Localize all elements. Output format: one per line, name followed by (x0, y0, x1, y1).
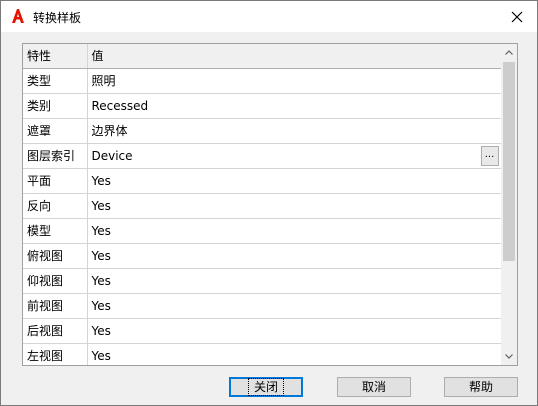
table-row[interactable]: 图层索引 Device ... (23, 143, 502, 169)
cancel-button[interactable]: 取消 (337, 377, 411, 397)
property-name: 仰视图 (23, 268, 88, 294)
property-name: 前视图 (23, 293, 88, 319)
property-value[interactable]: 边界体 (87, 118, 502, 144)
property-value[interactable]: Yes (87, 218, 502, 244)
property-value[interactable]: Yes (87, 268, 502, 294)
table-row[interactable]: 模型 Yes (23, 218, 502, 244)
title-bar[interactable]: 转换样板 (1, 1, 537, 32)
help-button[interactable]: 帮助 (444, 377, 518, 397)
table-row[interactable]: 俯视图 Yes (23, 243, 502, 269)
vertical-scrollbar[interactable] (501, 44, 517, 365)
browse-button[interactable]: ... (480, 145, 499, 166)
property-value-cell[interactable]: Device ... (87, 143, 502, 169)
property-value[interactable]: Yes (87, 343, 502, 365)
property-value[interactable]: Yes (87, 193, 502, 219)
close-button[interactable]: 关闭 (229, 377, 303, 397)
property-name: 平面 (23, 168, 88, 194)
property-value[interactable]: Yes (87, 243, 502, 269)
property-value[interactable]: 照明 (87, 68, 502, 94)
property-value: Device (91, 148, 133, 163)
property-name: 遮罩 (23, 118, 88, 144)
close-button-label: 关闭 (247, 378, 285, 396)
chevron-down-icon[interactable] (501, 348, 517, 365)
table-row[interactable]: 前视图 Yes (23, 293, 502, 319)
header-row: 特性 值 (23, 44, 502, 69)
property-name: 左视图 (23, 343, 88, 365)
window-title: 转换样板 (33, 11, 82, 25)
property-value[interactable]: Yes (87, 168, 502, 194)
property-name: 后视图 (23, 318, 88, 344)
column-header-property[interactable]: 特性 (23, 44, 88, 69)
property-value[interactable]: Recessed (87, 93, 502, 119)
property-name: 模型 (23, 218, 88, 244)
table-row[interactable]: 反向 Yes (23, 193, 502, 219)
property-name: 类别 (23, 93, 88, 119)
column-header-value[interactable]: 值 (87, 44, 502, 69)
dialog-window: 转换样板 特性 值 类型 照明 类别 Recessed 遮罩 边界体 图层索引 … (0, 0, 538, 406)
close-icon[interactable] (497, 1, 537, 32)
table-row[interactable]: 仰视图 Yes (23, 268, 502, 294)
property-name: 反向 (23, 193, 88, 219)
property-table: 特性 值 类型 照明 类别 Recessed 遮罩 边界体 图层索引 Devic… (23, 44, 502, 365)
table-row[interactable]: 后视图 Yes (23, 318, 502, 344)
property-grid: 特性 值 类型 照明 类别 Recessed 遮罩 边界体 图层索引 Devic… (22, 43, 518, 366)
chevron-up-icon[interactable] (501, 44, 517, 61)
property-name: 类型 (23, 68, 88, 94)
scrollbar-thumb[interactable] (503, 62, 515, 261)
property-name: 图层索引 (23, 143, 88, 169)
autocad-a-icon (12, 9, 24, 23)
table-row[interactable]: 平面 Yes (23, 168, 502, 194)
property-name: 俯视图 (23, 243, 88, 269)
table-row[interactable]: 左视图 Yes (23, 343, 502, 365)
table-row[interactable]: 遮罩 边界体 (23, 118, 502, 144)
table-row[interactable]: 类型 照明 (23, 68, 502, 94)
table-row[interactable]: 类别 Recessed (23, 93, 502, 119)
property-value[interactable]: Yes (87, 293, 502, 319)
property-value[interactable]: Yes (87, 318, 502, 344)
